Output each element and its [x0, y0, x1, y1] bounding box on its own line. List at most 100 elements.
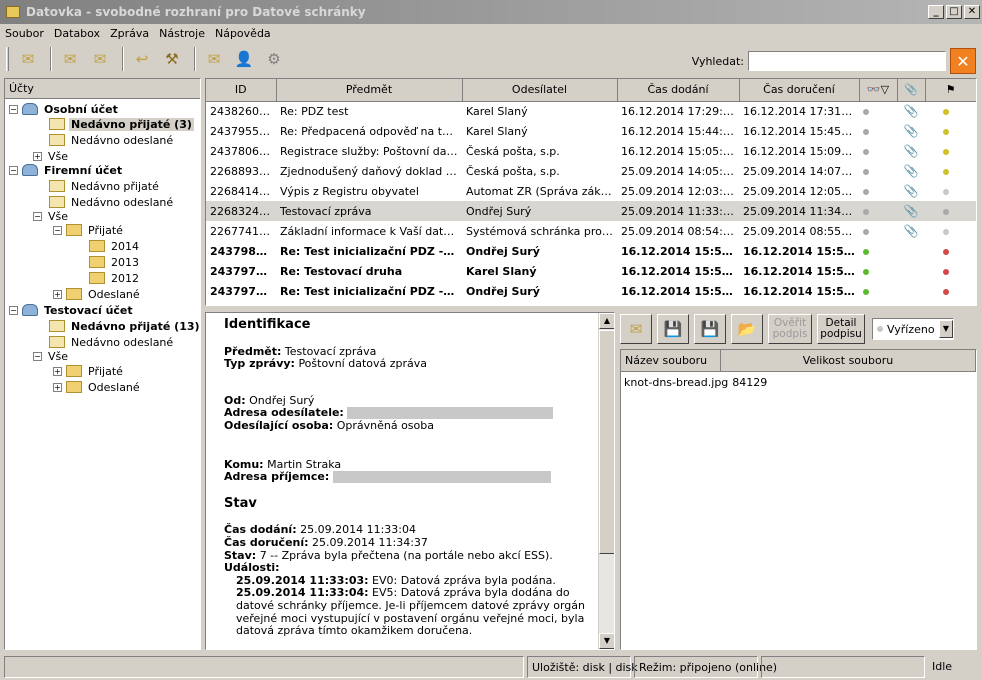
processing-status-cell: [925, 161, 976, 181]
column-header-id[interactable]: ID: [206, 79, 277, 102]
processing-status-select[interactable]: Vyřízeno ▼: [872, 318, 954, 340]
column-header-accepted[interactable]: Čas doručení: [739, 79, 860, 102]
tree-item-odeslane[interactable]: + Odeslané: [53, 379, 142, 395]
storage-status: Uložiště: disk | disk: [527, 656, 638, 678]
tree-item-testovaci-ucet[interactable]: − Testovací účet: [9, 302, 135, 318]
sync-all-icon[interactable]: ✉: [15, 47, 41, 71]
menu-nastroje[interactable]: Nástroje: [154, 27, 210, 40]
gear-icon[interactable]: ⚙: [261, 47, 287, 71]
column-header-subject[interactable]: Předmět: [276, 79, 463, 102]
tree-item-prijate[interactable]: + Přijaté: [53, 363, 125, 379]
processing-status-icon: [943, 268, 949, 275]
table-row[interactable]: 226774198 Základní informace k Vaší datov…: [206, 221, 976, 241]
tree-item-vse[interactable]: − Vše: [33, 348, 70, 364]
tree-item-prijate[interactable]: − Přijaté: [53, 222, 125, 238]
tree-item-odeslane[interactable]: + Odeslané: [53, 286, 142, 302]
open-folder-icon[interactable]: 📂: [731, 314, 763, 344]
tree-item-2012[interactable]: 2012: [89, 270, 141, 286]
column-header-delivered[interactable]: Čas dodání: [617, 79, 740, 102]
verify-message-icon[interactable]: ⚒: [159, 47, 185, 71]
column-header-flag-icon[interactable]: ⚑: [925, 79, 976, 102]
processing-status-cell: [925, 241, 976, 261]
maximize-button[interactable]: □: [946, 5, 962, 19]
table-row[interactable]: 226841444 Výpis z Registru obyvatel Automa…: [206, 181, 976, 201]
sender-person-line: Odesílající osoba: Oprávněná osoba: [224, 418, 434, 432]
toolbar-grip: [6, 47, 9, 71]
processing-status-icon: [943, 288, 949, 295]
column-header-read-icon[interactable]: 👓▽: [859, 79, 898, 102]
search-input[interactable]: [748, 51, 946, 71]
tree-item-osobni-ucet[interactable]: − Osobní účet: [9, 101, 120, 117]
collapse-icon[interactable]: −: [9, 165, 18, 175]
attachment-row[interactable]: knot-dns-bread.jpg 84129: [621, 372, 976, 392]
close-window-button[interactable]: ✕: [964, 5, 980, 19]
expand-icon[interactable]: +: [33, 151, 42, 161]
message-accepted: 16.12.2014 15:57:29: [743, 244, 859, 258]
processing-status-icon: [943, 108, 949, 115]
collapse-icon[interactable]: −: [33, 351, 42, 361]
save-disabled-icon[interactable]: 💾: [694, 314, 726, 344]
detail-scrollbar[interactable]: ▲ ▼: [598, 313, 614, 649]
processing-status-cell: [925, 141, 976, 161]
signature-detail-button[interactable]: Detail podpisu: [817, 314, 865, 344]
envelope-received-icon: [49, 180, 65, 192]
download-envelope-icon[interactable]: ✉: [620, 314, 652, 344]
table-row[interactable]: 226832439 Testovací zpráva Ondřej Surý 25.0…: [206, 201, 976, 221]
tree-item-nedavno-prijate[interactable]: Nedávno přijaté: [49, 178, 161, 194]
expand-icon[interactable]: +: [53, 382, 62, 392]
folder-icon: [89, 256, 105, 268]
create-message-icon[interactable]: ✉: [87, 47, 113, 71]
state-heading: Stav: [224, 495, 257, 511]
scroll-down-icon[interactable]: ▼: [599, 633, 614, 649]
tree-item-nedavno-prijate[interactable]: Nedávno přijaté (3): [49, 116, 194, 132]
menu-napoveda[interactable]: Nápověda: [210, 27, 276, 40]
clear-search-button[interactable]: ✕: [950, 48, 976, 74]
column-header-filename[interactable]: Název souboru: [621, 350, 721, 372]
table-row[interactable]: 243797299 Re: Test inicializační PDZ - op…: [206, 281, 976, 301]
table-row[interactable]: 243798855 Re: Test inicializační PDZ - op…: [206, 241, 976, 261]
processing-status-cell: [925, 181, 976, 201]
minimize-button[interactable]: _: [928, 5, 944, 19]
message-delivered: 16.12.2014 15:50:00: [621, 264, 739, 278]
tree-item-nedavno-prijate[interactable]: Nedávno přijaté (13): [49, 318, 202, 334]
column-header-sender[interactable]: Odesílatel: [462, 79, 618, 102]
account-properties-icon[interactable]: ✉: [201, 47, 227, 71]
read-status-cell: [859, 201, 897, 221]
read-status-cell: [859, 221, 897, 241]
processing-status-icon: [943, 208, 949, 215]
scroll-thumb[interactable]: [599, 330, 614, 554]
tree-item-2014[interactable]: 2014: [89, 238, 141, 254]
expand-icon[interactable]: +: [53, 289, 62, 299]
tree-item-firemni-ucet[interactable]: − Firemní účet: [9, 162, 124, 178]
verify-signature-button[interactable]: Ověřit podpis: [768, 314, 812, 344]
paperclip-icon: 📎: [903, 104, 919, 119]
collapse-icon[interactable]: −: [9, 305, 18, 315]
save-icon[interactable]: 💾: [657, 314, 689, 344]
user-icon[interactable]: 👤: [231, 47, 257, 71]
scroll-up-icon[interactable]: ▲: [599, 313, 614, 329]
message-subject: Re: Test inicializační PDZ - opakovaná: [280, 244, 462, 258]
expand-icon[interactable]: +: [53, 366, 62, 376]
column-header-filesize[interactable]: Velikost souboru: [721, 350, 976, 372]
menu-databox[interactable]: Databox: [49, 27, 105, 40]
tree-item-2013[interactable]: 2013: [89, 254, 141, 270]
envelope-sent-icon: [49, 134, 65, 146]
collapse-icon[interactable]: −: [33, 211, 42, 221]
menu-zprava[interactable]: Zpráva: [105, 27, 154, 40]
table-row[interactable]: 243780664 Registrace služby: Poštovní dat…: [206, 141, 976, 161]
table-row[interactable]: 226889385 Zjednodušený daňový doklad z AP…: [206, 161, 976, 181]
column-header-attachment-icon[interactable]: 📎: [897, 79, 926, 102]
sync-account-icon[interactable]: ✉: [57, 47, 83, 71]
table-row[interactable]: 243826002 Re: PDZ test Karel Slaný 16.12.20…: [206, 101, 976, 121]
tree-item-nedavno-odeslane[interactable]: Nedávno odeslané: [49, 132, 175, 148]
message-sender: Ondřej Surý: [466, 284, 540, 298]
reply-icon[interactable]: ↩: [129, 47, 155, 71]
table-row[interactable]: 243795541 Re: Předpacená odpověď na tuto …: [206, 121, 976, 141]
attachment-name: knot-dns-bread.jpg: [624, 375, 729, 389]
table-row[interactable]: 243797482 Re: Testovací druha Karel Slaný 1…: [206, 261, 976, 281]
menu-soubor[interactable]: Soubor: [0, 27, 49, 40]
collapse-icon[interactable]: −: [9, 104, 18, 114]
collapse-icon[interactable]: −: [53, 225, 62, 235]
chevron-down-icon[interactable]: ▼: [939, 320, 953, 338]
processing-status-cell: [925, 121, 976, 141]
